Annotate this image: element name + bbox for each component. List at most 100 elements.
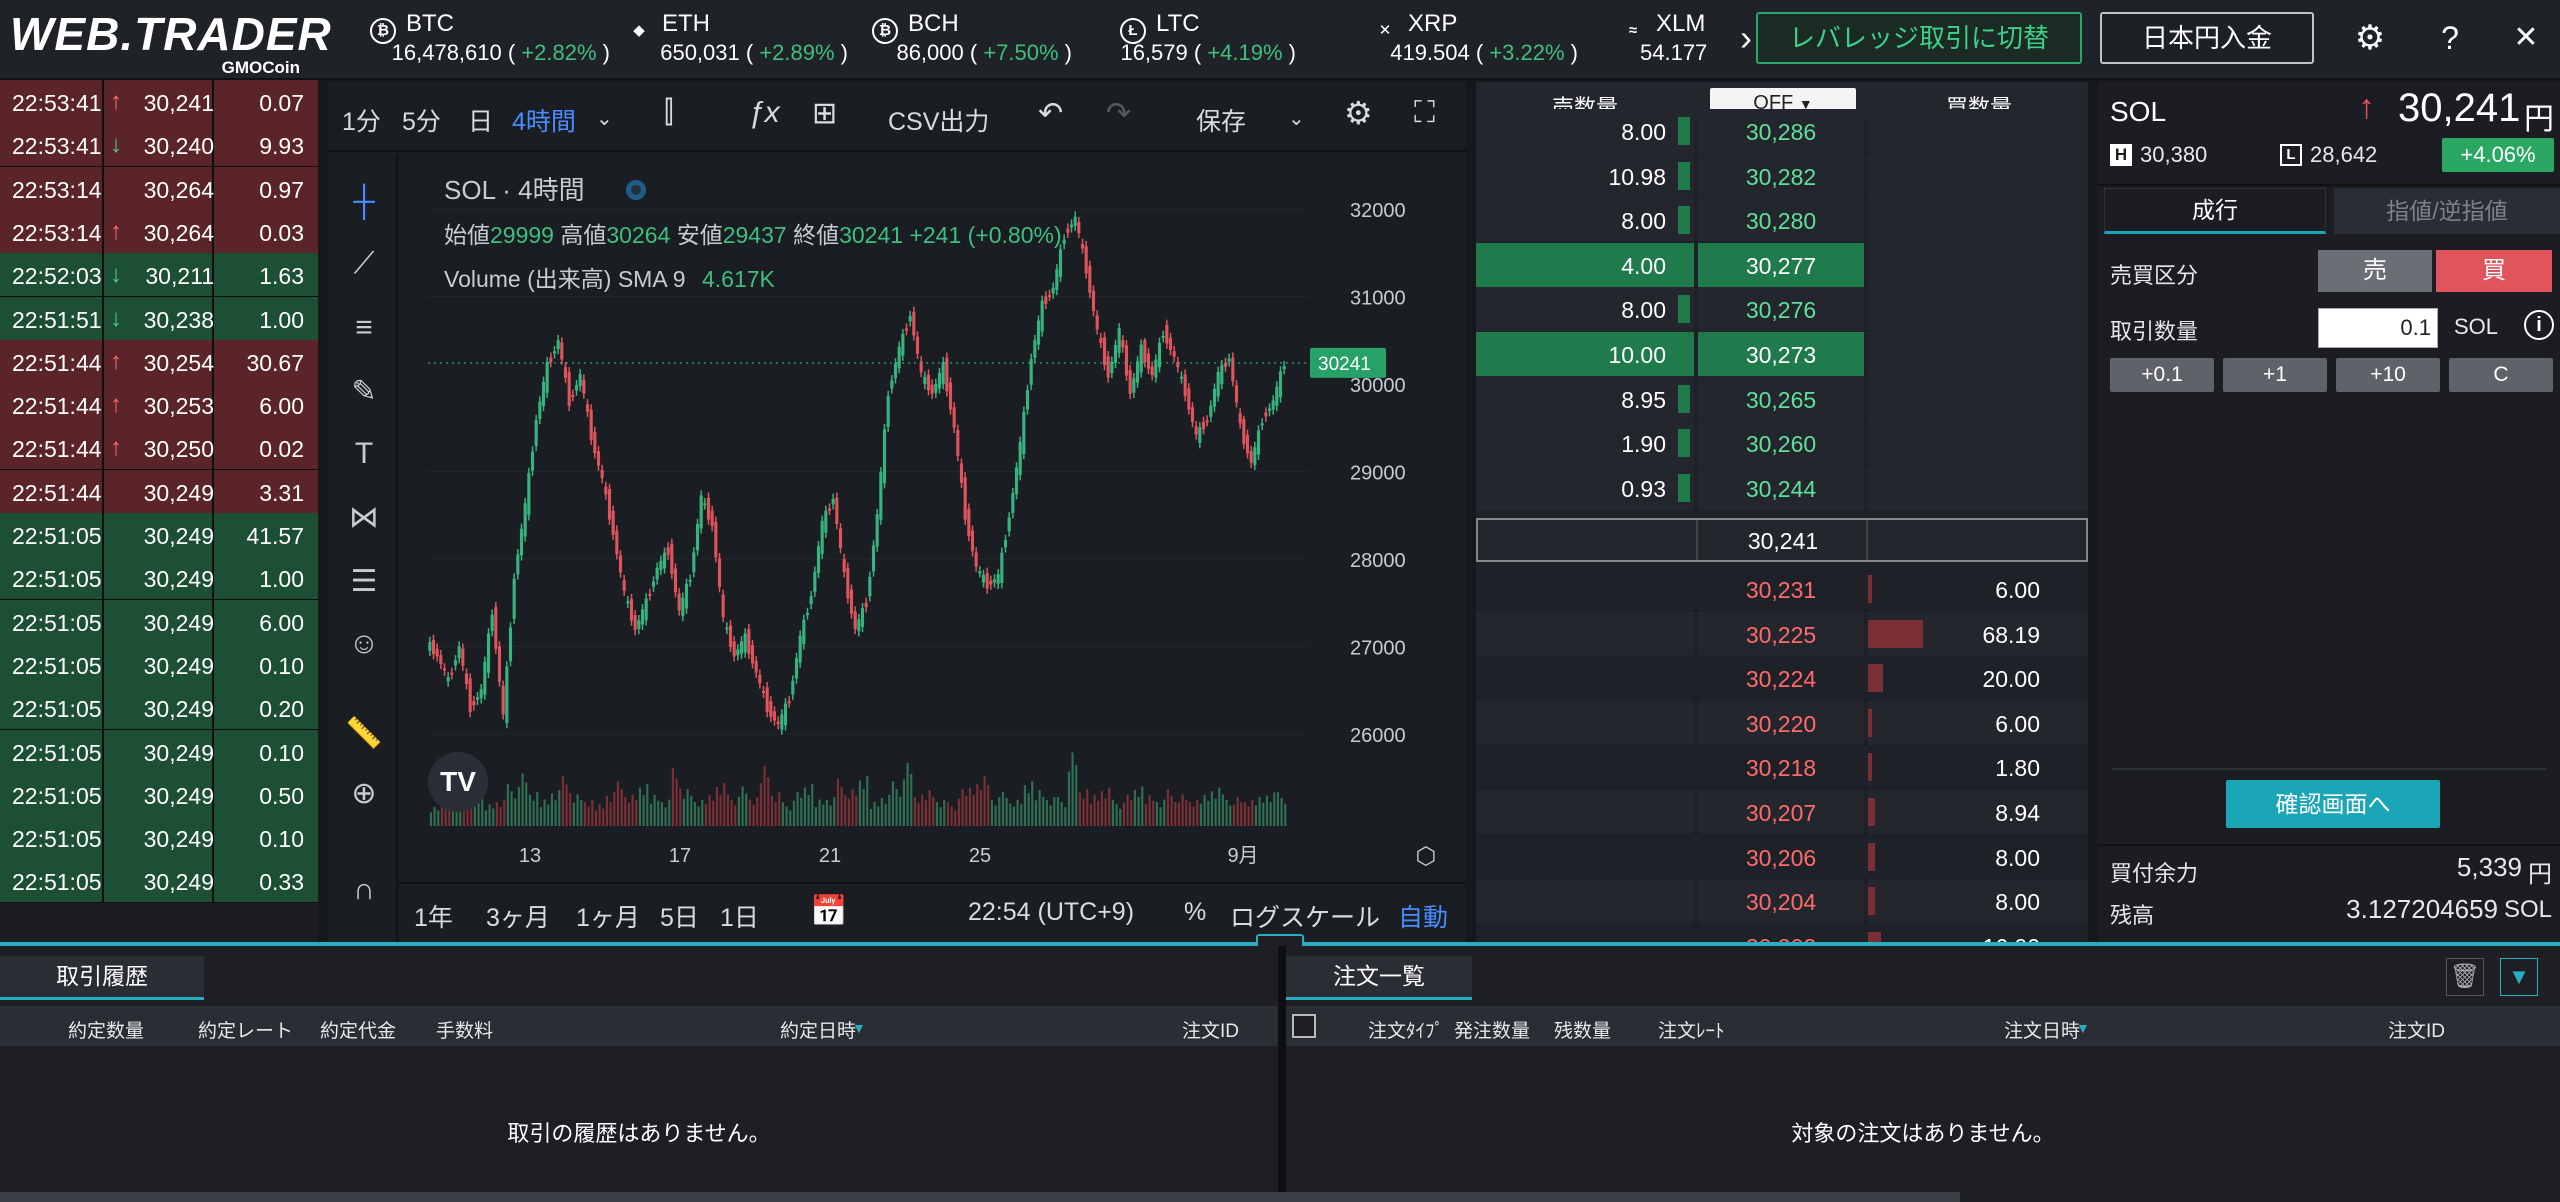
interval-day[interactable]: 日 (468, 102, 493, 138)
col-order-id[interactable]: 注文ID (2388, 1016, 2445, 1043)
ticker-xlm[interactable]: ≈ XLM 54.177 (1620, 4, 1712, 76)
range-1d[interactable]: 1日 (720, 898, 759, 934)
col-order-id[interactable]: 注文ID (1182, 1016, 1239, 1043)
bid-row[interactable]: 30,220 6.00 (1476, 700, 2088, 745)
trendline-icon[interactable]: ⟋ (344, 244, 384, 284)
calendar-icon[interactable]: 📅 (810, 894, 847, 929)
ask-row[interactable]: 8.00 30,276 (1476, 287, 2088, 332)
switch-leverage-button[interactable]: レバレッジ取引に切替 (1756, 12, 2082, 64)
select-all-checkbox[interactable] (1292, 1014, 1316, 1038)
close-icon[interactable]: ✕ (2506, 18, 2546, 58)
sort-desc-icon[interactable]: ▼ (852, 1020, 866, 1036)
pattern-icon[interactable]: ⋈ (344, 498, 384, 538)
ticker-xrp[interactable]: ✕ XRP 419.504 ( +3.22% ) (1372, 4, 1578, 76)
ticker-btc[interactable]: ₿ BTC 16,478,610 ( +2.82% ) (370, 4, 610, 76)
sell-button[interactable]: 売 (2318, 250, 2432, 292)
col-exec-datetime[interactable]: 約定日時 (780, 1016, 856, 1043)
col-exec-amount[interactable]: 約定代金 (320, 1016, 396, 1043)
gear-icon[interactable]: ⚙ (2350, 18, 2390, 58)
settings-icon[interactable]: ⚙ (1344, 94, 1373, 132)
col-remaining-qty[interactable]: 残数量 (1554, 1016, 1611, 1043)
qty-input[interactable] (2318, 308, 2438, 348)
zoom-icon[interactable]: ⊕ (344, 774, 384, 814)
ask-row[interactable]: 10.98 30,282 (1476, 153, 2088, 198)
hlines-icon[interactable]: ≡ (344, 308, 384, 348)
bid-row[interactable]: 30,204 8.00 (1476, 879, 2088, 924)
col-order-qty[interactable]: 発注数量 (1454, 1016, 1530, 1043)
fib-icon[interactable]: ☰ (344, 562, 384, 602)
brush-icon[interactable]: ✎ (344, 372, 384, 412)
confirm-button[interactable]: 確認画面へ (2226, 780, 2440, 828)
save-button[interactable]: 保存 (1196, 102, 1246, 138)
magnet-icon[interactable]: ∩ (344, 870, 384, 910)
tab-market-order[interactable]: 成行 (2104, 188, 2326, 234)
ticker-eth[interactable]: ◆ ETH 650,031 ( +2.89% ) (626, 4, 848, 76)
ask-row[interactable]: 8.95 30,265 (1476, 376, 2088, 421)
col-order-type[interactable]: 注文ﾀｲﾌﾟ (1368, 1016, 1444, 1043)
interval-1m[interactable]: 1分 (342, 102, 381, 138)
range-3m[interactable]: 3ヶ月 (486, 898, 550, 934)
interval-5m[interactable]: 5分 (402, 102, 441, 138)
ticker-ltc[interactable]: Ł LTC 16,579 ( +4.19% ) (1120, 4, 1296, 76)
bid-row[interactable]: 30,225 68.19 (1476, 611, 2088, 656)
horizontal-scrollbar[interactable] (0, 1192, 1960, 1202)
tab-trade-history[interactable]: 取引履歴 (0, 956, 204, 1000)
bid-row[interactable]: 30,207 8.94 (1476, 790, 2088, 834)
col-exec-qty[interactable]: 約定数量 (68, 1016, 144, 1043)
qty-increment-button[interactable]: C (2449, 358, 2553, 392)
ask-row[interactable]: 8.00 30,280 (1476, 198, 2088, 243)
help-icon[interactable]: ? (2430, 18, 2470, 58)
qty-increment-button[interactable]: +0.1 (2110, 358, 2214, 392)
range-5d[interactable]: 5日 (660, 898, 699, 934)
percent-toggle[interactable]: % (1184, 898, 1206, 927)
csv-export-button[interactable]: CSV出力 (888, 102, 989, 138)
trash-icon[interactable]: 🗑 (2446, 958, 2484, 996)
col-order-rate[interactable]: 注文ﾚｰﾄ (1658, 1016, 1725, 1043)
bid-row[interactable]: 30,224 20.00 (1476, 656, 2088, 701)
indicator-icon[interactable]: ƒx (748, 96, 780, 130)
ruler-icon[interactable]: 📏 (344, 714, 384, 754)
text-icon[interactable]: T (344, 434, 384, 474)
save-chevron-down-icon[interactable]: ⌄ (1288, 106, 1305, 131)
ask-row[interactable]: 10.00 30,273 (1476, 332, 2088, 376)
range-1m[interactable]: 1ヶ月 (576, 898, 640, 934)
bid-row[interactable]: 30,206 8.00 (1476, 834, 2088, 879)
buy-button[interactable]: 買 (2436, 250, 2552, 292)
col-order-datetime[interactable]: 注文日時 (2004, 1016, 2080, 1043)
tab-order-list[interactable]: 注文一覧 (1286, 956, 1472, 1000)
candle-style-icon[interactable]: ⫿ (664, 96, 674, 130)
volume-bar (484, 810, 487, 826)
fullscreen-icon[interactable]: ⛶ (1414, 96, 1435, 130)
col-exec-rate[interactable]: 約定レート (198, 1016, 293, 1043)
ask-row[interactable]: 4.00 30,277 (1476, 242, 2088, 287)
filter-icon[interactable]: ▼ (2500, 958, 2538, 996)
chevron-down-icon[interactable]: ⌄ (596, 106, 613, 131)
emoji-icon[interactable]: ☺ (344, 624, 384, 664)
range-1y[interactable]: 1年 (414, 898, 453, 934)
ask-row[interactable]: 0.93 30,244 (1476, 465, 2088, 510)
bid-row[interactable]: 30,231 6.00 (1476, 567, 2088, 611)
webtrader-logo[interactable]: WEB.TRADER GMOCoin (10, 10, 331, 77)
redo-icon[interactable]: ↷ (1106, 96, 1131, 131)
bid-row[interactable]: 30,218 1.80 (1476, 745, 2088, 790)
clock-readout[interactable]: 22:54 (UTC+9) (968, 898, 1134, 927)
auto-scale-toggle[interactable]: 自動 (1398, 898, 1448, 934)
interval-4h[interactable]: 4時間 (512, 102, 576, 138)
orders-sort-desc-icon[interactable]: ▼ (2076, 1020, 2090, 1036)
ask-row[interactable]: 8.00 30,286 (1476, 109, 2088, 153)
ticker-bch[interactable]: ₿ BCH 86,000 ( +7.50% ) (872, 4, 1072, 76)
crosshair-icon[interactable]: ┼ (344, 182, 384, 222)
log-scale-toggle[interactable]: ログスケール (1230, 898, 1380, 934)
ask-row[interactable]: 1.90 30,260 (1476, 421, 2088, 466)
qty-increment-button[interactable]: +1 (2223, 358, 2327, 392)
bid-row[interactable]: 30,202 16.00 (1476, 923, 2088, 942)
volume-bar (866, 776, 869, 826)
deposit-jpy-button[interactable]: 日本円入金 (2100, 12, 2314, 64)
qty-increment-button[interactable]: +10 (2336, 358, 2440, 392)
info-icon[interactable]: i (2524, 310, 2554, 340)
undo-icon[interactable]: ↶ (1038, 96, 1063, 131)
tradingview-logo[interactable]: TV (428, 752, 488, 812)
col-fee[interactable]: 手数料 (436, 1016, 493, 1043)
tab-limit-order[interactable]: 指値/逆指値 (2334, 188, 2560, 234)
layout-icon[interactable]: ⊞ (812, 96, 837, 131)
